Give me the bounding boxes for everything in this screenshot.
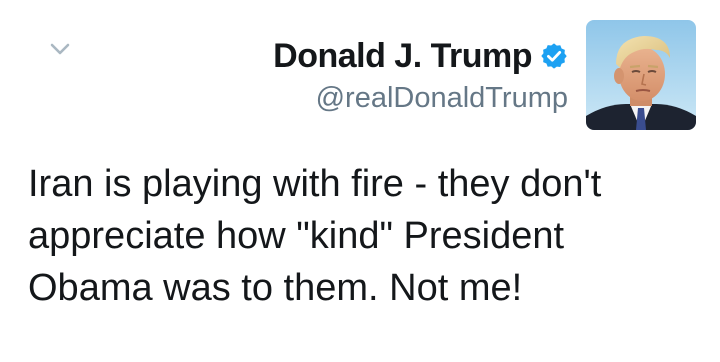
tweet-author[interactable]: Donald J. Trump @realDonaldTrump bbox=[273, 34, 568, 115]
tweet-card: Donald J. Trump @realDonaldTrump Iran is… bbox=[0, 0, 720, 362]
chevron-down-icon[interactable] bbox=[44, 36, 76, 62]
author-handle[interactable]: @realDonaldTrump bbox=[273, 82, 568, 115]
tweet-text: Iran is playing with fire - they don't a… bbox=[28, 163, 602, 309]
verified-badge-icon bbox=[541, 43, 567, 69]
author-display-name[interactable]: Donald J. Trump bbox=[273, 37, 532, 76]
author-name-row: Donald J. Trump bbox=[273, 34, 568, 78]
avatar[interactable] bbox=[586, 20, 696, 130]
